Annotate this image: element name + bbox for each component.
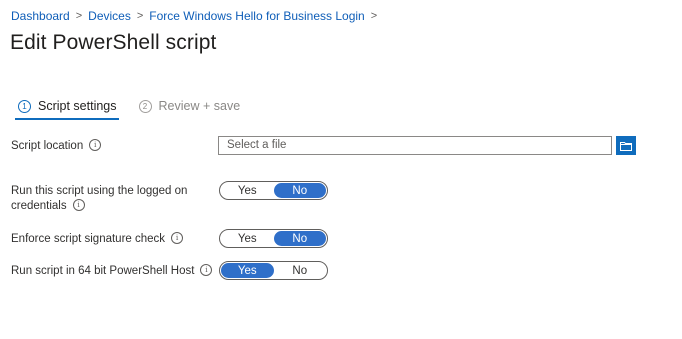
info-icon[interactable]: i bbox=[72, 198, 85, 211]
run-as-logged-on-label-line2: credentials bbox=[11, 200, 67, 212]
step-number-badge: 2 bbox=[138, 99, 152, 113]
toggle-option-no[interactable]: No bbox=[274, 263, 327, 278]
breadcrumb-dashboard-link[interactable]: Dashboard bbox=[11, 9, 70, 23]
breadcrumb-separator: > bbox=[370, 10, 378, 22]
step-number-badge: 1 bbox=[18, 99, 31, 113]
run-64bit-toggle[interactable]: Yes No bbox=[219, 261, 328, 280]
run-64bit-label: Run script in 64 bit PowerShell Host i bbox=[11, 263, 213, 279]
page-title: Edit PowerShell script bbox=[10, 31, 217, 54]
tab-review-save[interactable]: 2 Review + save bbox=[138, 99, 241, 120]
script-location-label-text: Script location bbox=[11, 140, 84, 152]
script-location-label: Script location i bbox=[11, 138, 102, 154]
folder-icon bbox=[620, 141, 632, 151]
wizard-steps: 1 Script settings 2 Review + save bbox=[15, 99, 241, 120]
toggle-option-no[interactable]: No bbox=[273, 231, 326, 246]
breadcrumb-script-link[interactable]: Force Windows Hello for Business Login bbox=[149, 9, 364, 23]
breadcrumb-separator: > bbox=[75, 10, 83, 22]
toggle-option-yes[interactable]: Yes bbox=[221, 263, 274, 278]
edit-powershell-script-page: Dashboard > Devices > Force Windows Hell… bbox=[0, 0, 682, 339]
info-icon[interactable]: i bbox=[171, 231, 184, 244]
run-as-logged-on-toggle[interactable]: Yes No bbox=[219, 181, 328, 200]
info-icon[interactable]: i bbox=[200, 263, 213, 276]
script-location-input[interactable]: Select a file bbox=[218, 136, 612, 155]
step-label: Review + save bbox=[158, 99, 241, 113]
tab-script-settings[interactable]: 1 Script settings bbox=[15, 99, 119, 120]
run-64bit-label-text: Run script in 64 bit PowerShell Host bbox=[11, 265, 195, 277]
toggle-option-no[interactable]: No bbox=[273, 183, 326, 198]
info-icon[interactable]: i bbox=[89, 138, 102, 151]
enforce-signature-label: Enforce script signature check i bbox=[11, 231, 184, 247]
browse-file-button[interactable] bbox=[616, 136, 636, 155]
run-as-logged-on-label-line1: Run this script using the logged on bbox=[11, 185, 188, 197]
enforce-signature-toggle[interactable]: Yes No bbox=[219, 229, 328, 248]
breadcrumb-separator: > bbox=[136, 10, 144, 22]
toggle-option-yes[interactable]: Yes bbox=[221, 183, 274, 198]
enforce-signature-label-text: Enforce script signature check bbox=[11, 233, 166, 245]
run-as-logged-on-label: Run this script using the logged on cred… bbox=[11, 184, 187, 214]
toggle-option-yes[interactable]: Yes bbox=[221, 231, 274, 246]
step-label: Script settings bbox=[38, 99, 117, 113]
breadcrumb: Dashboard > Devices > Force Windows Hell… bbox=[11, 9, 383, 23]
breadcrumb-devices-link[interactable]: Devices bbox=[88, 9, 131, 23]
